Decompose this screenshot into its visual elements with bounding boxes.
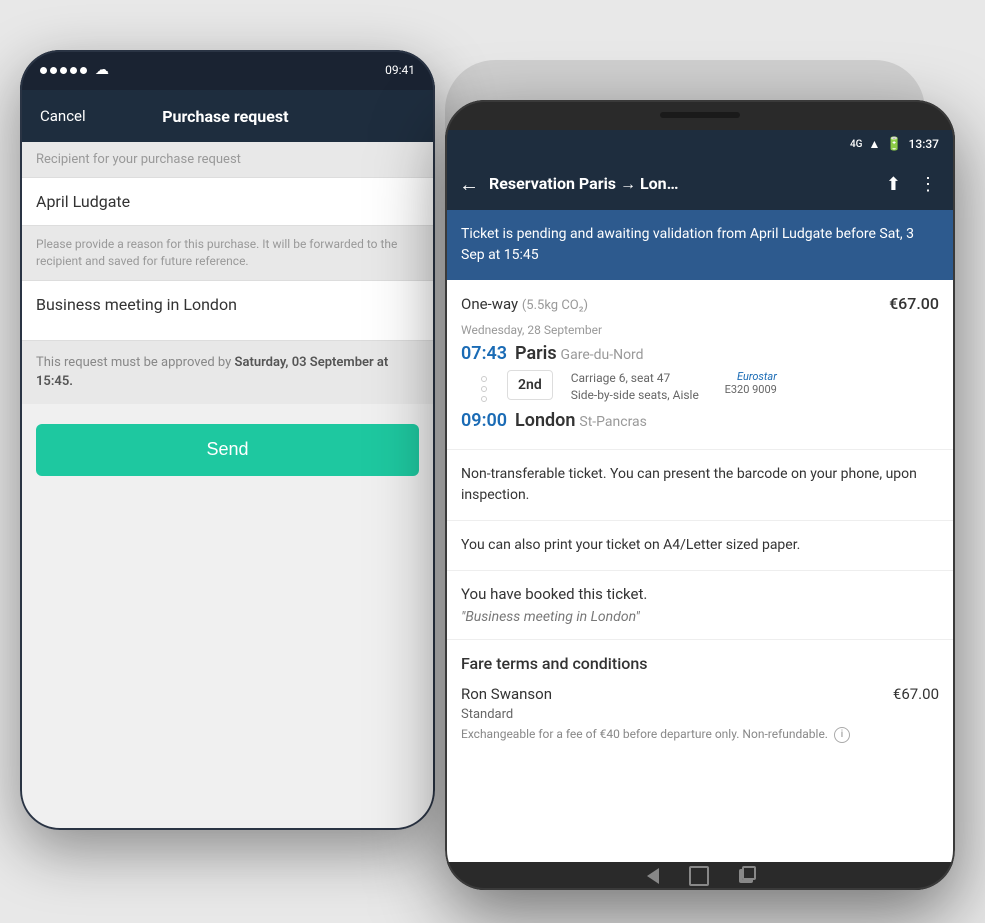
booking-reason: "Business meeting in London" bbox=[461, 609, 939, 625]
departure-station: Paris bbox=[515, 343, 557, 364]
phone-right-nav-bar: ← Reservation Paris → Lon… ⬆ ⋮ bbox=[445, 158, 955, 210]
train-number: E320 9009 bbox=[707, 383, 777, 396]
departure-station-sub: Gare-du-Nord bbox=[561, 347, 644, 363]
phone-right-bottom-bar bbox=[445, 862, 955, 890]
journey-dots bbox=[461, 370, 507, 404]
fare-section-title: Fare terms and conditions bbox=[461, 654, 939, 673]
departure-row: 07:43 Paris Gare-du-Nord bbox=[461, 343, 939, 364]
speaker-grill bbox=[660, 112, 740, 118]
phone-left: ☁ 09:41 Cancel Purchase request Recipien… bbox=[20, 50, 435, 830]
journey-dot-1 bbox=[481, 376, 487, 382]
nav-home-icon[interactable] bbox=[689, 866, 709, 886]
speaker-bar bbox=[445, 100, 955, 130]
ticket-section: One-way (5.5kg CO₂) €67.00 Wednesday, 28… bbox=[445, 280, 955, 450]
nav-recents-icon[interactable] bbox=[742, 866, 756, 880]
phone-left-frame bbox=[20, 50, 435, 830]
reservation-title: Reservation Paris → Lon… bbox=[489, 174, 872, 194]
battery-icon: 🔋 bbox=[886, 137, 902, 152]
booked-section: You have booked this ticket. "Business m… bbox=[445, 571, 955, 640]
ticket-type: One-way (5.5kg CO₂) bbox=[461, 295, 588, 313]
fare-terms-text: Exchangeable for a fee of €40 before dep… bbox=[461, 726, 828, 743]
seat-class: 2nd bbox=[518, 377, 542, 393]
non-transferable-info: Non-transferable ticket. You can present… bbox=[445, 450, 955, 521]
arrival-station-sub: St-Pancras bbox=[579, 414, 647, 430]
travel-date: Wednesday, 28 September bbox=[461, 323, 939, 337]
seat-info: 2nd Carriage 6, seat 47 Side-by-side sea… bbox=[507, 370, 777, 404]
seat-class-box: 2nd bbox=[507, 370, 553, 400]
journey-details: 2nd Carriage 6, seat 47 Side-by-side sea… bbox=[461, 370, 939, 404]
nav-back-icon[interactable] bbox=[647, 868, 659, 884]
fare-class: Standard bbox=[461, 707, 939, 722]
journey-dot-2 bbox=[481, 386, 487, 392]
print-info: You can also print your ticket on A4/Let… bbox=[445, 521, 955, 571]
passenger-row: Ron Swanson €67.00 bbox=[461, 685, 939, 703]
info-icon[interactable]: i bbox=[834, 727, 850, 743]
more-menu-button[interactable]: ⋮ bbox=[915, 174, 941, 195]
share-button[interactable]: ⬆ bbox=[882, 174, 905, 195]
fare-section: Fare terms and conditions Ron Swanson €6… bbox=[445, 640, 955, 757]
phone-right: 4G ▲ 🔋 13:37 ← Reservation Paris → Lon… … bbox=[445, 100, 955, 890]
print-text: You can also print your ticket on A4/Let… bbox=[461, 535, 939, 556]
phone-right-status-bar: 4G ▲ 🔋 13:37 bbox=[445, 130, 955, 158]
fare-price: €67.00 bbox=[893, 685, 939, 703]
seat-detail-2: Side-by-side seats, Aisle bbox=[571, 387, 699, 404]
phone-right-content: Ticket is pending and awaiting validatio… bbox=[445, 210, 955, 862]
ticket-price: €67.00 bbox=[889, 294, 939, 313]
train-logo: Eurostar E320 9009 bbox=[707, 370, 777, 396]
seat-details: Carriage 6, seat 47 Side-by-side seats, … bbox=[571, 370, 699, 404]
arrival-row: 09:00 London St-Pancras bbox=[461, 410, 939, 431]
co2-label: (5.5kg CO₂) bbox=[522, 298, 588, 313]
arrival-time: 09:00 bbox=[461, 410, 507, 431]
non-transferable-text: Non-transferable ticket. You can present… bbox=[461, 464, 939, 506]
departure-time: 07:43 bbox=[461, 343, 507, 364]
back-button[interactable]: ← bbox=[459, 172, 479, 197]
passenger-name: Ron Swanson bbox=[461, 685, 552, 703]
fare-terms-row: Exchangeable for a fee of €40 before dep… bbox=[461, 726, 939, 743]
pending-notice: Ticket is pending and awaiting validatio… bbox=[445, 210, 955, 280]
journey-dot-3 bbox=[481, 396, 487, 402]
booked-title: You have booked this ticket. bbox=[461, 585, 939, 603]
train-brand: Eurostar bbox=[707, 370, 777, 383]
ticket-type-row: One-way (5.5kg CO₂) €67.00 bbox=[461, 294, 939, 313]
phone-right-time: 13:37 bbox=[909, 137, 939, 151]
seat-detail-1: Carriage 6, seat 47 bbox=[571, 370, 699, 387]
arrival-station: London bbox=[515, 410, 575, 431]
signal-icon: ▲ bbox=[868, 137, 880, 151]
network-indicator: 4G bbox=[850, 139, 863, 150]
